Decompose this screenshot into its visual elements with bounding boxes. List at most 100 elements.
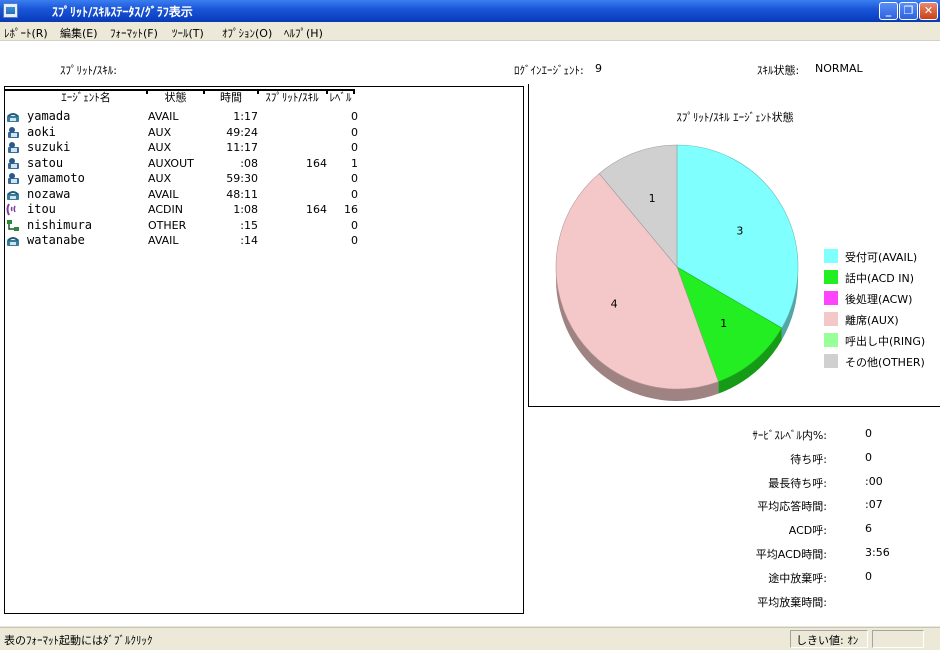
agent-name: aoki (27, 124, 56, 139)
stat-label: 途中放棄呼: (768, 571, 827, 585)
agent-level: 0 (351, 141, 358, 154)
stat-label: ACD呼: (788, 524, 827, 538)
login-agents-label: ﾛｸﾞｲﾝｴｰｼﾞｪﾝﾄ: (514, 64, 584, 77)
pie-slice-label: 4 (611, 298, 618, 311)
agent-name: yamada (27, 109, 71, 123)
agent-state: AUX (148, 172, 172, 185)
menu-format[interactable]: ﾌｫｰﾏｯﾄ(F) (110, 25, 158, 41)
title-bar: ｽﾌﾟﾘｯﾄ/ｽｷﾙｽﾃｰﾀｽ/ｸﾞﾗﾌ表示 _ ❐ ✕ (0, 0, 940, 22)
legend-label: 受付可(AVAIL) (845, 251, 918, 264)
table-row[interactable]: yamamoto AUX 59:30 0 (5, 171, 365, 187)
menu-help[interactable]: ﾍﾙﾌﾟ(H) (284, 25, 323, 41)
agent-table[interactable]: ｴｰｼﾞｪﾝﾄ名 状態 時間 ｽﾌﾟﾘｯﾄ/ｽｷﾙ ﾚﾍﾞﾙ yamada AVA… (4, 86, 524, 614)
agent-state: AVAIL (148, 187, 179, 201)
stat-value: :00 (865, 474, 883, 488)
app-icon[interactable] (3, 3, 18, 18)
agent-split-skill: 164 (306, 203, 327, 216)
agent-name: yamamoto (27, 171, 85, 185)
legend-label: 呼出し中(RING) (845, 335, 926, 348)
stat-label: 最長待ち呼: (768, 476, 827, 490)
agent-state: AUX (148, 141, 172, 154)
agent-state: AUX (148, 125, 172, 139)
skill-state-value: NORMAL (815, 62, 863, 75)
agent-state: AVAIL (148, 110, 179, 123)
header-agent-name[interactable]: ｴｰｼﾞｪﾝﾄ名 (25, 89, 147, 104)
agent-time: 49:24 (226, 125, 258, 139)
phone-icon (6, 188, 20, 201)
agent-name: itou (27, 202, 56, 216)
menu-tools[interactable]: ﾂｰﾙ(T) (172, 25, 204, 41)
menu-options[interactable]: ｵﾌﾟｼｮﾝ(O) (222, 25, 272, 41)
header-state[interactable]: 状態 (148, 89, 203, 104)
agent-level: 1 (351, 156, 358, 170)
agent-time: 59:30 (226, 172, 258, 185)
agent-level: 0 (351, 172, 358, 185)
agent-name: nozawa (27, 186, 71, 201)
header-time[interactable]: 時間 (205, 89, 257, 104)
table-row[interactable]: watanabe AVAIL:14 0 (5, 233, 365, 249)
legend-swatch (824, 291, 838, 305)
status-pane-empty (872, 630, 924, 648)
stat-value: :07 (865, 498, 883, 512)
menu-bar: ﾚﾎﾟｰﾄ(R) 編集(E) ﾌｫｰﾏｯﾄ(F) ﾂｰﾙ(T) ｵﾌﾟｼｮﾝ(O… (0, 22, 940, 41)
stat-label: 平均応答時間: (757, 500, 827, 514)
minimize-button[interactable]: _ (879, 2, 898, 20)
table-row[interactable]: nishimura OTHER:15 0 (5, 218, 365, 234)
agent-level: 0 (351, 125, 358, 139)
agent-time: 48:11 (226, 187, 258, 201)
agent-name: watanabe (27, 233, 85, 247)
agent-state: AUXOUT (148, 156, 194, 170)
content-area: ｽﾌﾟﾘｯﾄ/ｽｷﾙ: ﾛｸﾞｲﾝｴｰｼﾞｪﾝﾄ: 9 ｽｷﾙ状態: NORMA… (0, 41, 940, 626)
phone-icon (6, 110, 20, 123)
table-row[interactable]: yamada AVAIL 1:17 0 (5, 109, 365, 125)
split-skill-label: ｽﾌﾟﾘｯﾄ/ｽｷﾙ: (60, 64, 117, 77)
agent-name: nishimura (27, 217, 93, 232)
person-icon (6, 141, 20, 154)
table-row[interactable]: itou ACDIN 1:08 164 16 (5, 202, 365, 218)
legend-swatch (824, 270, 838, 284)
phone-icon (6, 234, 20, 247)
window-title: ｽﾌﾟﾘｯﾄ/ｽｷﾙｽﾃｰﾀｽ/ｸﾞﾗﾌ表示 (52, 5, 193, 19)
stat-value: 3:56 (865, 546, 890, 559)
agent-level: 0 (351, 234, 358, 247)
legend-swatch (824, 312, 838, 326)
agent-split-skill: 164 (306, 156, 327, 170)
pie-slice-label: 1 (720, 317, 727, 330)
skill-state-label: ｽｷﾙ状態: (757, 64, 800, 77)
agent-time: 11:17 (226, 141, 258, 154)
legend-swatch (824, 249, 838, 263)
table-row[interactable]: suzuki AUX 11:17 0 (5, 140, 365, 156)
agent-name: suzuki (27, 140, 71, 154)
table-row[interactable]: satou AUXOUT :08 164 1 (5, 156, 365, 172)
header-split-skill[interactable]: ｽﾌﾟﾘｯﾄ/ｽｷﾙ (258, 89, 326, 104)
person-icon (6, 157, 20, 170)
table-row[interactable]: aoki AUX 49:24 0 (5, 125, 365, 141)
agent-state: AVAIL (148, 234, 179, 247)
agent-level: 0 (351, 187, 358, 201)
pie-slice-label: 1 (649, 192, 656, 205)
table-row[interactable]: nozawa AVAIL 48:11 0 (5, 187, 365, 203)
menu-report[interactable]: ﾚﾎﾟｰﾄ(R) (4, 25, 48, 41)
table-header: ｴｰｼﾞｪﾝﾄ名 状態 時間 ｽﾌﾟﾘｯﾄ/ｽｷﾙ ﾚﾍﾞﾙ (5, 89, 360, 104)
legend-label: 後処理(ACW) (845, 293, 913, 306)
agent-time: 1:08 (233, 203, 258, 216)
close-button[interactable]: ✕ (919, 2, 938, 20)
menu-edit[interactable]: 編集(E) (60, 25, 98, 41)
legend-label: その他(OTHER) (845, 356, 925, 369)
agent-time: :08 (240, 156, 258, 170)
agent-level: 16 (344, 203, 358, 216)
header-level[interactable]: ﾚﾍﾞﾙ (327, 89, 354, 104)
person-icon (6, 126, 20, 139)
stat-value: 0 (865, 427, 872, 440)
stat-value: 6 (865, 522, 872, 536)
legend-label: 離席(AUX) (845, 314, 899, 327)
pie-slice-label: 3 (736, 224, 743, 237)
agent-time: 1:17 (233, 110, 258, 123)
agent-level: 0 (351, 218, 358, 232)
person-icon (6, 172, 20, 185)
agent-name: satou (27, 155, 64, 170)
login-agents-value: 9 (595, 62, 602, 75)
maximize-button[interactable]: ❐ (899, 2, 918, 20)
stat-label: 平均ACD時間: (755, 548, 827, 561)
agent-state: ACDIN (148, 203, 183, 216)
